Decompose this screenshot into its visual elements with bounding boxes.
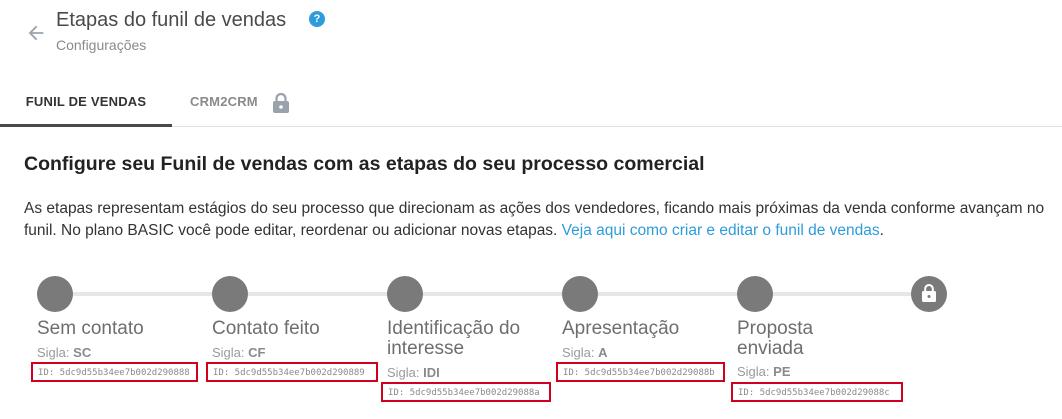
sigla-label: Sigla: — [737, 364, 770, 379]
sigla-label: Sigla: — [562, 345, 595, 360]
stage-name-line1: Sem contato — [37, 318, 144, 339]
stage-name-line1: Contato feito — [212, 318, 320, 339]
stage-name-line1: Apresentação — [562, 318, 680, 339]
stage-id: ID: 5dc9d55b34ee7b002d29088c — [731, 382, 903, 402]
stage-sigla: Sigla: PE — [737, 364, 791, 379]
stage-dot-locked — [911, 276, 947, 312]
section-title: Configure seu Funil de vendas com as eta… — [24, 153, 705, 175]
stage-sigla: Sigla: IDI — [387, 365, 440, 380]
page-header: Etapas do funil de vendas ? Configuraçõe… — [0, 0, 1062, 70]
stage-name-line2: enviada — [737, 338, 804, 359]
tab-funil-de-vendas[interactable]: FUNIL DE VENDAS — [0, 76, 172, 127]
section-description: As etapas representam estágios do seu pr… — [24, 198, 1054, 242]
stage-dot-a[interactable] — [562, 276, 598, 312]
description-suffix: . — [879, 222, 884, 239]
back-arrow-icon[interactable] — [25, 22, 47, 44]
sigla-value: PE — [773, 364, 791, 379]
stage-sigla: Sigla: SC — [37, 345, 91, 360]
stage-name[interactable]: Identificação do interesse — [387, 319, 520, 359]
help-link[interactable]: Veja aqui como criar e editar o funil de… — [562, 222, 880, 239]
stage-name[interactable]: Proposta enviada — [737, 319, 813, 359]
sigla-value: IDI — [423, 365, 440, 380]
stage-id: ID: 5dc9d55b34ee7b002d290888 — [31, 362, 198, 382]
stage-name[interactable]: Sem contato — [37, 319, 144, 339]
stage-name-line1: Identificação do — [387, 318, 521, 339]
sigla-value: A — [598, 345, 608, 360]
breadcrumb[interactable]: Configurações — [56, 37, 146, 53]
funnel-track — [55, 292, 930, 296]
sigla-value: SC — [73, 345, 92, 360]
stage-id: ID: 5dc9d55b34ee7b002d29088b — [556, 362, 725, 382]
stage-dot-pe[interactable] — [737, 276, 773, 312]
stage-dot-idi[interactable] — [387, 276, 423, 312]
tab-bar: FUNIL DE VENDAS CRM2CRM — [0, 76, 1062, 127]
sigla-label: Sigla: — [212, 345, 245, 360]
stage-sigla: Sigla: A — [562, 345, 608, 360]
stage-name-line2: interesse — [387, 338, 465, 359]
stage-id: ID: 5dc9d55b34ee7b002d290889 — [206, 362, 378, 382]
stage-name[interactable]: Contato feito — [212, 319, 320, 339]
stage-sigla: Sigla: CF — [212, 345, 266, 360]
page-title: Etapas do funil de vendas — [56, 9, 287, 31]
stage-dot-sc[interactable] — [37, 276, 73, 312]
stage-name[interactable]: Apresentação — [562, 319, 679, 339]
sigla-value: CF — [248, 345, 266, 360]
lock-icon — [922, 284, 936, 302]
description-text: As etapas representam estágios do seu pr… — [24, 200, 1045, 239]
lock-icon — [273, 93, 289, 113]
stage-dot-cf[interactable] — [212, 276, 248, 312]
sigla-label: Sigla: — [387, 365, 420, 380]
stage-id: ID: 5dc9d55b34ee7b002d29088a — [381, 382, 551, 402]
stage-name-line1: Proposta — [737, 318, 814, 339]
help-icon[interactable]: ? — [309, 11, 325, 27]
sigla-label: Sigla: — [37, 345, 70, 360]
